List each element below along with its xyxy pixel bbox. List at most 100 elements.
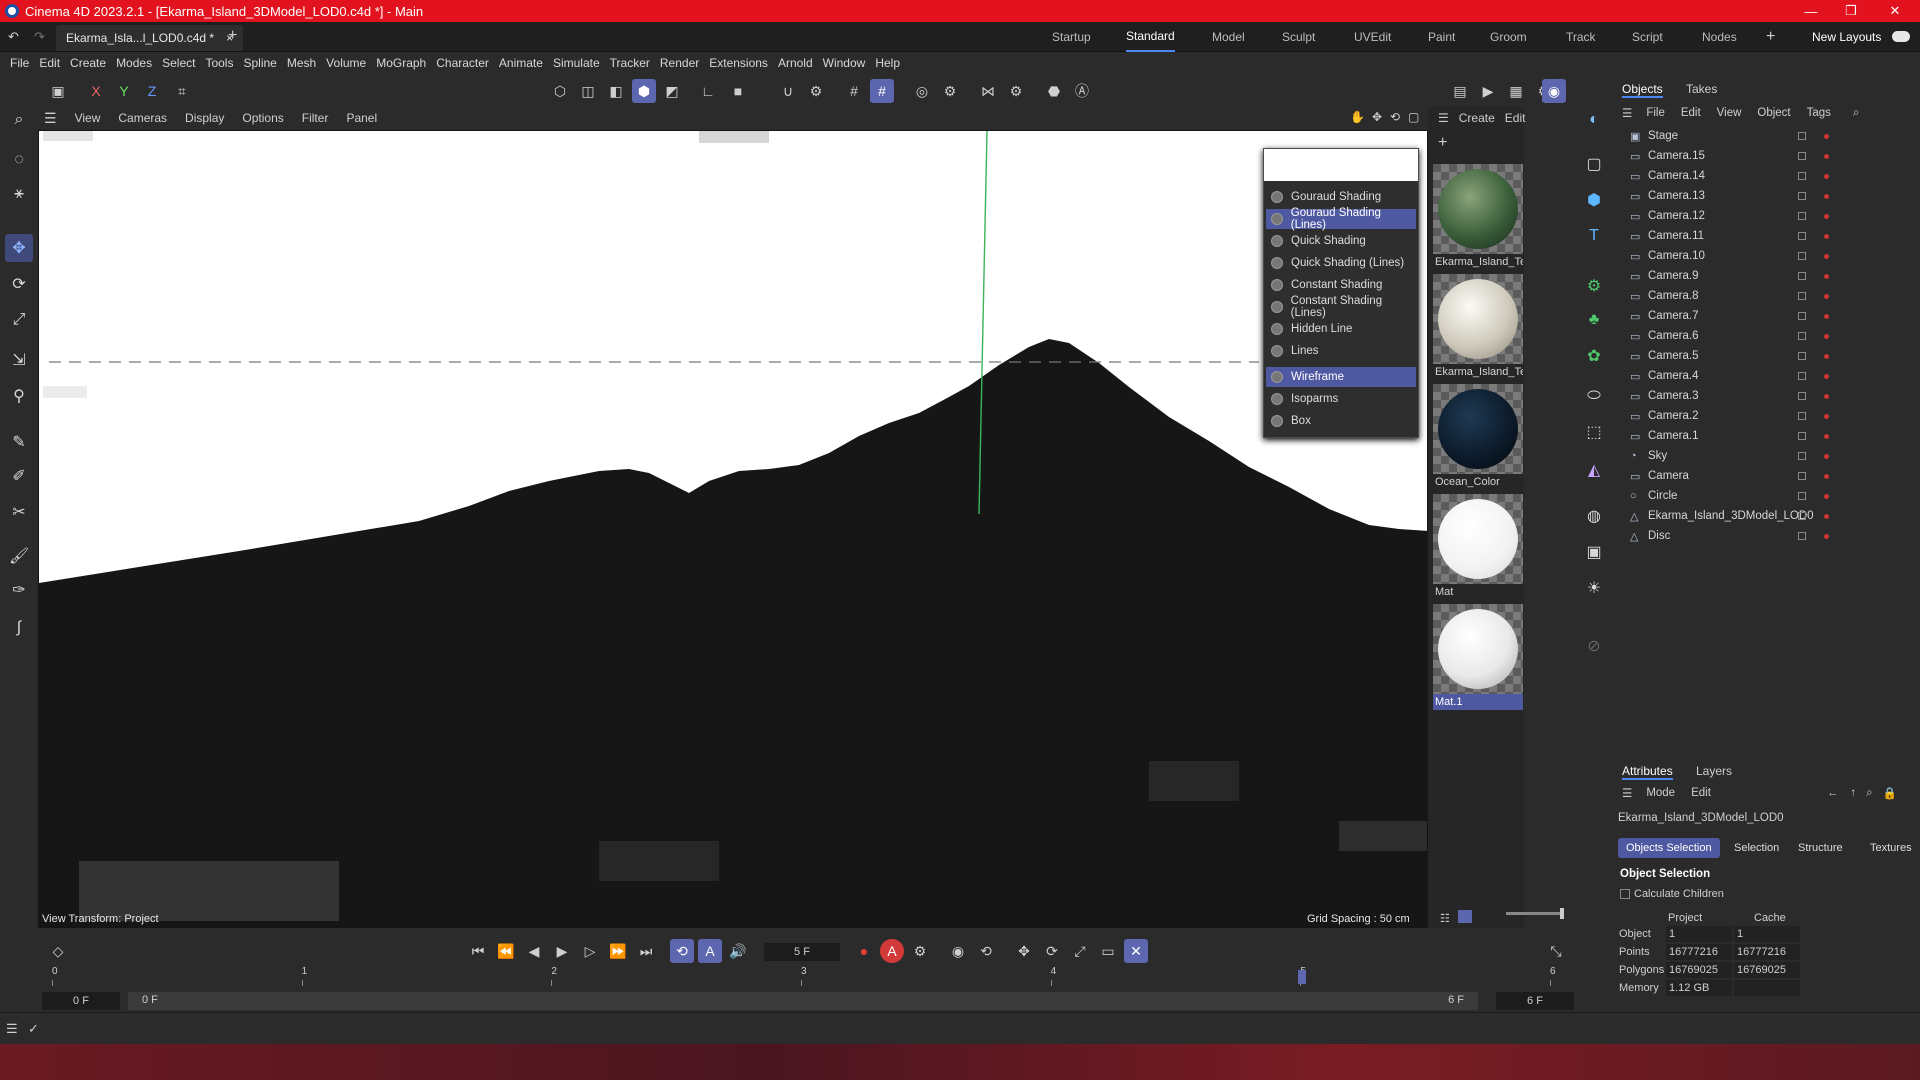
new-layouts-label[interactable]: New Layouts [1812, 30, 1881, 44]
render-picture-viewer-icon[interactable]: ▶ [1476, 79, 1500, 103]
object-row[interactable]: ▭ Camera.11 [1614, 226, 1920, 246]
subtab-objects-selection[interactable]: Objects Selection [1618, 838, 1720, 858]
param-key-icon[interactable]: ▭ [1096, 939, 1120, 963]
volume-icon[interactable]: ◭ [1580, 456, 1608, 484]
text-spline-icon[interactable]: T [1580, 222, 1608, 250]
shading-box[interactable]: Box [1266, 411, 1416, 431]
menu-extensions[interactable]: Extensions [709, 56, 768, 70]
add-material-icon[interactable]: + [1438, 134, 1447, 152]
layout-standard[interactable]: Standard [1126, 22, 1175, 52]
object-row[interactable]: ▭ Camera.15 [1614, 146, 1920, 166]
move-tool-icon[interactable]: ✥ [5, 234, 33, 262]
object-row[interactable]: ▭ Camera.9 [1614, 266, 1920, 286]
edit-layer-icon[interactable] [1798, 492, 1806, 500]
viewport-menu-cameras[interactable]: Cameras [118, 111, 167, 125]
render-queue-icon[interactable]: ▦ [1504, 79, 1528, 103]
edit-layer-icon[interactable] [1798, 232, 1806, 240]
next-frame-icon[interactable]: ▷ [578, 939, 602, 963]
visibility-dot-icon[interactable] [1824, 493, 1829, 499]
symmetry-settings-icon[interactable]: ⚙ [1004, 79, 1028, 103]
object-row[interactable]: ▭ Camera.12 [1614, 206, 1920, 226]
rotation-key-icon[interactable]: ⟳ [1040, 939, 1064, 963]
visibility-dot-icon[interactable] [1824, 253, 1829, 259]
material-item[interactable]: Ocean_Color [1433, 384, 1523, 490]
visibility-dot-icon[interactable] [1824, 453, 1829, 459]
live-selection-icon[interactable]: ⚹ [5, 180, 33, 208]
visibility-dot-icon[interactable] [1824, 353, 1829, 359]
environment-icon[interactable]: ◍ [1580, 502, 1608, 530]
3d-viewport[interactable]: View Transform: Project Grid Spacing : 5… [38, 130, 1428, 928]
visibility-dot-icon[interactable] [1824, 533, 1829, 539]
object-row[interactable]: ▭ Camera.7 [1614, 306, 1920, 326]
layout-track[interactable]: Track [1566, 22, 1596, 52]
edit-layer-icon[interactable] [1798, 292, 1806, 300]
current-frame-field[interactable]: 5 F [764, 943, 840, 961]
subtab-selection[interactable]: Selection [1726, 838, 1787, 858]
polygons-mode-icon[interactable]: ◧ [604, 79, 628, 103]
visibility-dot-icon[interactable] [1824, 433, 1829, 439]
menu-simulate[interactable]: Simulate [553, 56, 600, 70]
viewport-menu-options[interactable]: Options [242, 111, 283, 125]
viewport-menu-panel[interactable]: Panel [346, 111, 377, 125]
object-row[interactable]: ▭ Camera.6 [1614, 326, 1920, 346]
status-menu-icon[interactable]: ☰ [6, 1021, 18, 1037]
visibility-dot-icon[interactable] [1824, 153, 1829, 159]
tab-objects[interactable]: Objects [1622, 82, 1663, 98]
y-axis-button[interactable]: Y [112, 79, 136, 103]
paint-tool-icon[interactable]: ✑ [5, 576, 33, 604]
object-row[interactable]: ▭ Camera.1 [1614, 426, 1920, 446]
next-key-icon[interactable]: ⏩ [606, 939, 630, 963]
object-row[interactable]: ▭ Camera [1614, 466, 1920, 486]
objects-menu-tags[interactable]: Tags [1807, 107, 1831, 119]
previous-frame-icon[interactable]: ◀ [522, 939, 546, 963]
brush-tool-icon[interactable]: 🖌 [5, 542, 33, 570]
attributes-menu-mode[interactable]: Mode [1646, 787, 1675, 799]
snap-settings-icon[interactable]: ⚙ [804, 79, 828, 103]
edit-layer-icon[interactable] [1798, 252, 1806, 260]
menu-volume[interactable]: Volume [326, 56, 366, 70]
object-row[interactable]: ▭ Camera.13 [1614, 186, 1920, 206]
keyframe-diamond-icon[interactable]: ◇ [46, 939, 70, 963]
go-to-end-icon[interactable]: ⏭ [634, 939, 658, 963]
sculpt-icon[interactable]: ⊘ [1580, 632, 1608, 660]
subtab-structure[interactable]: Structure [1790, 838, 1851, 858]
search-icon[interactable]: ⌕ [5, 106, 33, 134]
status-check-icon[interactable]: ✓ [28, 1021, 39, 1037]
selection-tool-icon[interactable]: ◌ [5, 146, 33, 174]
scale-key-icon[interactable]: ⤢ [1068, 939, 1092, 963]
tab-attributes[interactable]: Attributes [1622, 764, 1673, 780]
auto-key-record-icon[interactable]: A [880, 939, 904, 963]
close-button[interactable]: ✕ [1872, 0, 1918, 22]
edges-mode-icon[interactable]: ◫ [576, 79, 600, 103]
menu-help[interactable]: Help [875, 56, 900, 70]
attr-project-value[interactable]: 1 [1666, 926, 1732, 942]
viewport-solo-icon[interactable]: ⬣ [1042, 79, 1066, 103]
object-row[interactable]: ▭ Camera.4 [1614, 366, 1920, 386]
symmetry-icon[interactable]: ⋈ [976, 79, 1000, 103]
menu-edit[interactable]: Edit [39, 56, 60, 70]
material-menu-create[interactable]: Create [1459, 111, 1495, 125]
visibility-dot-icon[interactable] [1824, 293, 1829, 299]
viewport-menu-filter[interactable]: Filter [302, 111, 329, 125]
thumbnail-size-slider[interactable] [1506, 912, 1564, 915]
grid-snap-icon[interactable]: # [842, 79, 866, 103]
shading-wireframe[interactable]: Wireframe [1266, 367, 1416, 387]
lock-icon[interactable]: 🔒 [1883, 786, 1897, 800]
maximize-button[interactable]: ❐ [1828, 0, 1874, 22]
pan-view-icon[interactable]: ✋ [1350, 110, 1365, 124]
visibility-dot-icon[interactable] [1824, 273, 1829, 279]
material-item[interactable]: Ekarma_Island_Te [1433, 164, 1523, 270]
edit-layer-icon[interactable] [1798, 512, 1806, 520]
sketch-tool-icon[interactable]: ✐ [5, 462, 33, 490]
auto-key-icon[interactable]: Ⓐ [1070, 79, 1094, 103]
edit-layer-icon[interactable] [1798, 172, 1806, 180]
transfer-tool-icon[interactable]: ⇲ [5, 346, 33, 374]
menu-modes[interactable]: Modes [116, 56, 152, 70]
sound-icon[interactable]: 🔊 [726, 939, 750, 963]
calc-children-checkbox[interactable]: Calculate Children [1620, 888, 1724, 900]
end-frame-field[interactable]: 6 F [1496, 992, 1574, 1010]
spline-pen-icon[interactable]: ✎ [5, 428, 33, 456]
loop-icon[interactable]: ⟲ [670, 939, 694, 963]
menu-spline[interactable]: Spline [243, 56, 276, 70]
timeline-ruler[interactable]: 0123456 [52, 966, 1562, 988]
